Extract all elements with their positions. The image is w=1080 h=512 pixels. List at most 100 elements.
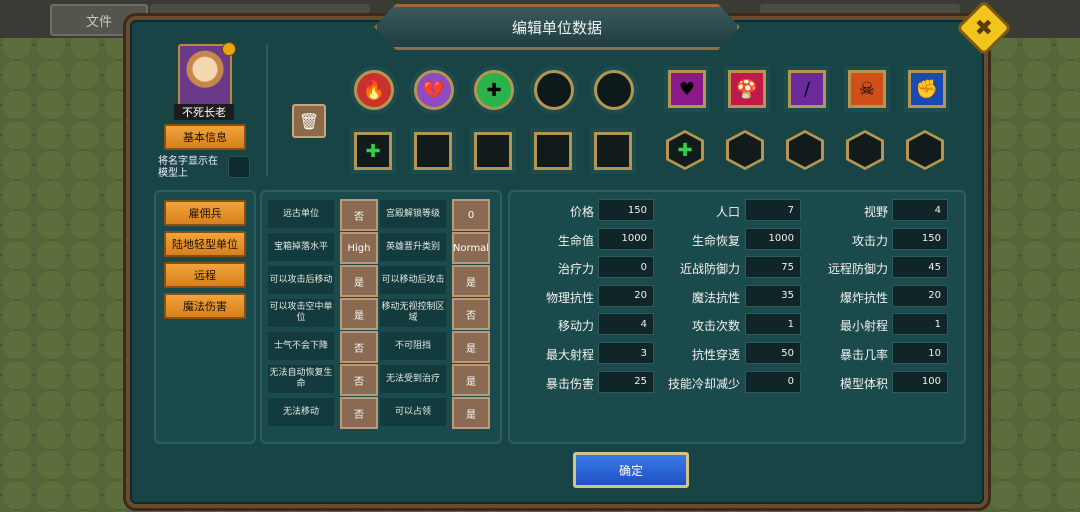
stat-label: 最小射程 [839, 319, 888, 334]
flag-label: 可以占领 [380, 398, 446, 426]
item-slot[interactable] [594, 132, 632, 170]
stat-input[interactable]: 35 [745, 284, 801, 307]
stat-label: 暴击几率 [839, 348, 888, 362]
flag-label: 英雄晋升类别 [380, 233, 446, 261]
broken-heart-icon: 💔 [422, 79, 446, 101]
stat-label: 模型体积 [839, 376, 888, 391]
flag-label: 宝箱掉落水平 [268, 233, 334, 261]
category-tag[interactable]: 魔法伤害 [164, 293, 246, 319]
stat-label: 生命值 [557, 233, 594, 248]
stat-input[interactable]: 45 [892, 256, 948, 279]
flag-value[interactable]: 0 [452, 199, 490, 231]
flag-value[interactable]: 是 [452, 397, 490, 429]
stat-input[interactable]: 1 [892, 313, 948, 336]
flag-value[interactable]: High [340, 232, 378, 264]
ability-slot[interactable] [534, 70, 574, 110]
stat-label: 人口 [715, 205, 740, 219]
stat-label: 攻击力 [851, 233, 888, 248]
stat-label: 爆炸抗性 [839, 290, 888, 305]
fist-shield-icon: ✊ [915, 78, 939, 100]
flag-label: 无法移动 [268, 398, 334, 426]
heal-plus-icon: ✚ [486, 79, 502, 101]
stat-label: 技能冷却减少 [667, 376, 740, 391]
item-slot[interactable] [474, 132, 512, 170]
flag-value[interactable]: 是 [452, 331, 490, 363]
stat-input[interactable]: 20 [892, 284, 948, 307]
flag-value[interactable]: 否 [452, 298, 490, 330]
stat-input[interactable]: 3 [598, 342, 654, 364]
item-slot[interactable] [414, 132, 452, 170]
flame-burst-icon: 🔥 [362, 79, 386, 101]
unit-name: 不死长老 [174, 104, 234, 120]
flag-value[interactable]: 否 [340, 331, 378, 363]
flag-value[interactable]: 否 [340, 364, 378, 396]
stat-input[interactable]: 150 [892, 227, 948, 250]
heal-plus-icon: ✚ [677, 139, 693, 161]
stat-input[interactable]: 7 [745, 199, 801, 221]
stat-input[interactable]: 150 [598, 199, 654, 221]
category-tag[interactable]: 远程 [164, 262, 246, 288]
flag-label: 宫殿解锁等级 [380, 200, 446, 228]
flag-label: 不可阻挡 [380, 332, 446, 360]
show-name-label: 将名字显示在模型上 [158, 156, 218, 179]
stat-label: 魔法抗性 [691, 290, 740, 305]
flag-value[interactable]: 是 [452, 265, 490, 297]
confirm-button[interactable]: 确定 [573, 452, 689, 488]
item-slot[interactable] [534, 132, 572, 170]
stat-label: 移动力 [557, 319, 594, 334]
stat-input[interactable]: 25 [598, 370, 654, 393]
stat-label: 价格 [569, 205, 594, 219]
flag-value[interactable]: 是 [452, 364, 490, 396]
flag-value[interactable]: 是 [340, 265, 378, 297]
sword-slash-icon: / [803, 78, 811, 100]
ability-slot[interactable]: 💔 [414, 70, 454, 110]
ability-slot[interactable]: ✚ [474, 70, 514, 110]
heal-plus-icon: ✚ [365, 140, 381, 162]
stat-label: 最大射程 [545, 348, 594, 362]
delete-button[interactable]: 🗑 [292, 104, 326, 138]
flag-label: 远古单位 [268, 200, 334, 228]
item-slot[interactable]: ✚ [354, 132, 392, 170]
stat-input[interactable]: 100 [892, 370, 948, 393]
flag-value[interactable]: 否 [340, 199, 378, 231]
stat-label: 攻击次数 [691, 319, 740, 334]
flag-label: 移动无视控制区域 [380, 299, 446, 327]
stat-input[interactable]: 0 [745, 370, 801, 393]
ability-slot[interactable] [594, 70, 634, 110]
flag-value[interactable]: Normal [452, 232, 490, 264]
stat-input[interactable]: 20 [598, 284, 654, 307]
flag-value[interactable]: 否 [340, 397, 378, 429]
show-name-checkbox[interactable] [228, 156, 250, 178]
stat-input[interactable]: 4 [892, 199, 948, 221]
basic-info-button[interactable]: 基本信息 [164, 124, 246, 150]
stat-input[interactable]: 50 [745, 342, 801, 364]
dialog-title: 编辑单位数据 [374, 4, 740, 50]
mushroom-icon: 🍄 [735, 78, 759, 100]
flag-label: 无法自动恢复生命 [268, 365, 334, 393]
flag-label: 可以攻击空中单位 [268, 299, 334, 327]
passive-slot[interactable]: / [788, 70, 826, 108]
category-tag[interactable]: 雇佣兵 [164, 200, 246, 226]
stat-input[interactable]: 1 [745, 313, 801, 336]
stat-input[interactable]: 1000 [745, 227, 801, 250]
divider [266, 44, 268, 176]
rune-slot-inner: ✚ [669, 133, 701, 167]
skull-fire-icon: ☠ [858, 78, 876, 100]
stat-input[interactable]: 4 [598, 313, 654, 336]
stat-label: 近战防御力 [679, 262, 740, 277]
rune-slot-inner [729, 133, 761, 167]
flag-label: 可以攻击后移动 [268, 266, 334, 294]
flag-label: 士气不会下降 [268, 332, 334, 360]
passive-slot[interactable]: ✊ [908, 70, 946, 108]
stat-input[interactable]: 1000 [598, 227, 654, 250]
passive-slot[interactable]: 🍄 [728, 70, 766, 108]
stat-input[interactable]: 0 [598, 256, 654, 279]
passive-slot[interactable]: ♥ [668, 70, 706, 108]
category-tag[interactable]: 陆地轻型单位 [164, 231, 246, 257]
stat-label: 治疗力 [557, 262, 594, 277]
ability-slot[interactable]: 🔥 [354, 70, 394, 110]
stat-input[interactable]: 75 [745, 256, 801, 279]
stat-input[interactable]: 10 [892, 342, 948, 364]
passive-slot[interactable]: ☠ [848, 70, 886, 108]
flag-value[interactable]: 是 [340, 298, 378, 330]
